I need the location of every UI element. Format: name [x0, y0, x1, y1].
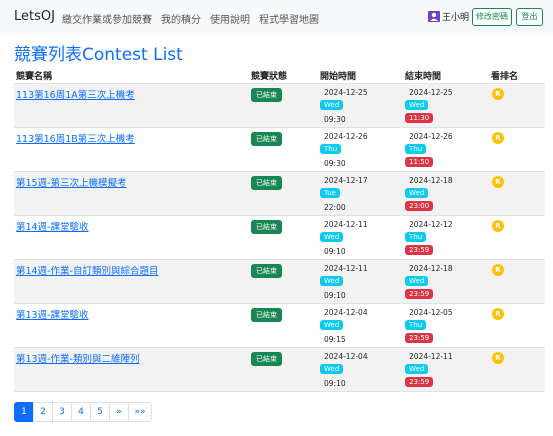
end-date: 2024-12-12 — [409, 220, 453, 229]
start-date: 2024-12-25 — [324, 88, 368, 97]
start-date: 2024-12-11 — [324, 220, 368, 229]
table-row: 113第16周1A第三次上機考 已結束 2024-12-25 Wed 09:30 2024… — [14, 84, 545, 128]
end-date: 2024-12-18 — [409, 264, 453, 273]
end-time-badge: 11:30 — [405, 113, 434, 123]
contest-name-link[interactable]: 第14週-作業-自訂類別與綜合題目 — [16, 263, 158, 277]
end-date: 2024-12-26 — [409, 132, 453, 141]
contest-table: 113第16周1A第三次上機考 已結束 2024-12-25 Wed 09:30 2024… — [14, 84, 545, 392]
column-header-name: 競賽名稱 — [16, 72, 53, 82]
page-button[interactable]: 5 — [90, 402, 110, 422]
status-badge: 已結束 — [251, 88, 282, 102]
column-header-status: 競賽狀態 — [251, 72, 288, 82]
status-badge: 已結束 — [251, 308, 282, 322]
table-row: 113第16周1B第三次上機考 已結束 2024-12-26 Thu 09:30 2024… — [14, 128, 545, 172]
page-button[interactable]: 1 — [14, 402, 34, 422]
status-badge: 已結束 — [251, 176, 282, 190]
end-weekday-badge: Thu — [405, 232, 427, 242]
end-time-badge: 23:59 — [405, 289, 434, 299]
status-badge: 已結束 — [251, 352, 282, 366]
page-button[interactable]: 4 — [71, 402, 91, 422]
start-date: 2024-12-17 — [324, 176, 368, 185]
start-weekday-badge: Wed — [320, 364, 344, 374]
rank-button[interactable]: R — [492, 264, 504, 276]
column-header-end: 結束時間 — [405, 72, 442, 82]
page-button[interactable]: 2 — [33, 402, 53, 422]
page-button[interactable]: » — [109, 402, 129, 422]
logout-button[interactable]: 登出 — [516, 8, 543, 26]
contest-name-link[interactable]: 113第16周1B第三次上機考 — [16, 131, 135, 145]
start-time: 09:10 — [324, 379, 346, 388]
start-weekday-badge: Wed — [320, 100, 344, 110]
start-time: 09:30 — [324, 115, 346, 124]
start-weekday-badge: Wed — [320, 320, 344, 330]
table-row: 第14週-作業-自訂類別與綜合題目 已結束 2024-12-11 Wed 09:10 20… — [14, 260, 545, 304]
pagination: 1 2 3 4 5»»» — [14, 402, 152, 422]
rank-button[interactable]: R — [492, 132, 504, 144]
nav-links: 繳交作業或參加競賽 我的積分 使用說明 程式學習地圖 — [62, 11, 328, 26]
column-header-rank: 看排名 — [491, 72, 519, 82]
rank-button[interactable]: R — [492, 308, 504, 320]
table-row: 第14週-課堂驗收 已結束 2024-12-11 Wed 09:10 2024-12-12… — [14, 216, 545, 260]
table-row: 第13週-作業-類別與二維陣列 已結束 2024-12-04 Wed 09:10 2024… — [14, 348, 545, 392]
end-date: 2024-12-25 — [409, 88, 453, 97]
end-time-badge: 11:50 — [405, 157, 434, 167]
start-weekday-badge: Wed — [320, 232, 344, 242]
rank-button[interactable]: R — [492, 176, 504, 188]
end-date: 2024-12-18 — [409, 176, 453, 185]
start-time: 22:00 — [324, 203, 346, 212]
end-date: 2024-12-05 — [409, 308, 453, 317]
navbar: LetsOJ 繳交作業或參加競賽 我的積分 使用說明 程式學習地圖 王小明 修改… — [0, 0, 553, 33]
end-weekday-badge: Wed — [405, 188, 429, 198]
contest-name-link[interactable]: 第14週-課堂驗收 — [16, 219, 89, 233]
nav-item-help[interactable]: 使用說明 — [210, 11, 250, 26]
end-time-badge: 23:59 — [405, 245, 434, 255]
table-header: 競賽名稱 競賽狀態 開始時間 結束時間 看排名 — [14, 68, 545, 84]
status-badge: 已結束 — [251, 264, 282, 278]
end-weekday-badge: Wed — [405, 100, 429, 110]
status-badge: 已結束 — [251, 132, 282, 146]
rank-button[interactable]: R — [492, 88, 504, 100]
start-date: 2024-12-04 — [324, 308, 368, 317]
contest-name-link[interactable]: 第13週-作業-類別與二維陣列 — [16, 351, 139, 365]
page-button[interactable]: 3 — [52, 402, 72, 422]
start-date: 2024-12-04 — [324, 352, 368, 361]
table-row: 第15週-第三次上機模擬考 已結束 2024-12-17 Tue 22:00 2024-1… — [14, 172, 545, 216]
contest-name-link[interactable]: 第13週-課堂驗收 — [16, 307, 89, 321]
start-date: 2024-12-26 — [324, 132, 368, 141]
end-time-badge: 23:59 — [405, 333, 434, 343]
end-weekday-badge: Thu — [405, 320, 427, 330]
nav-item-submit[interactable]: 繳交作業或參加競賽 — [62, 11, 152, 26]
table-row: 第13週-課堂驗收 已結束 2024-12-04 Wed 09:15 2024-12-05… — [14, 304, 545, 348]
user-menu[interactable]: 王小明 — [428, 10, 469, 23]
start-time: 09:10 — [324, 291, 346, 300]
start-time: 09:15 — [324, 335, 346, 344]
user-avatar-icon — [428, 11, 440, 22]
start-weekday-badge: Thu — [320, 144, 342, 154]
column-header-start: 開始時間 — [320, 72, 357, 82]
end-weekday-badge: Wed — [405, 276, 429, 286]
end-date: 2024-12-11 — [409, 352, 453, 361]
end-time-badge: 23:59 — [405, 377, 434, 387]
end-time-badge: 23:00 — [405, 201, 434, 211]
end-weekday-badge: Thu — [405, 144, 427, 154]
change-password-button[interactable]: 修改密碼 — [472, 8, 512, 26]
contest-name-link[interactable]: 第15週-第三次上機模擬考 — [16, 175, 127, 189]
nav-item-map[interactable]: 程式學習地圖 — [259, 11, 319, 26]
rank-button[interactable]: R — [492, 220, 504, 232]
nav-item-points[interactable]: 我的積分 — [161, 11, 201, 26]
status-badge: 已結束 — [251, 220, 282, 234]
start-weekday-badge: Wed — [320, 276, 344, 286]
start-date: 2024-12-11 — [324, 264, 368, 273]
brand-logo[interactable]: LetsOJ — [14, 9, 55, 24]
start-time: 09:30 — [324, 159, 346, 168]
start-time: 09:10 — [324, 247, 346, 256]
start-weekday-badge: Tue — [320, 188, 340, 198]
contest-name-link[interactable]: 113第16周1A第三次上機考 — [16, 87, 135, 101]
user-name: 王小明 — [442, 13, 470, 23]
page-title: 競賽列表Contest List — [14, 45, 183, 65]
end-weekday-badge: Wed — [405, 364, 429, 374]
page-button[interactable]: »» — [128, 402, 152, 422]
rank-button[interactable]: R — [492, 352, 504, 364]
